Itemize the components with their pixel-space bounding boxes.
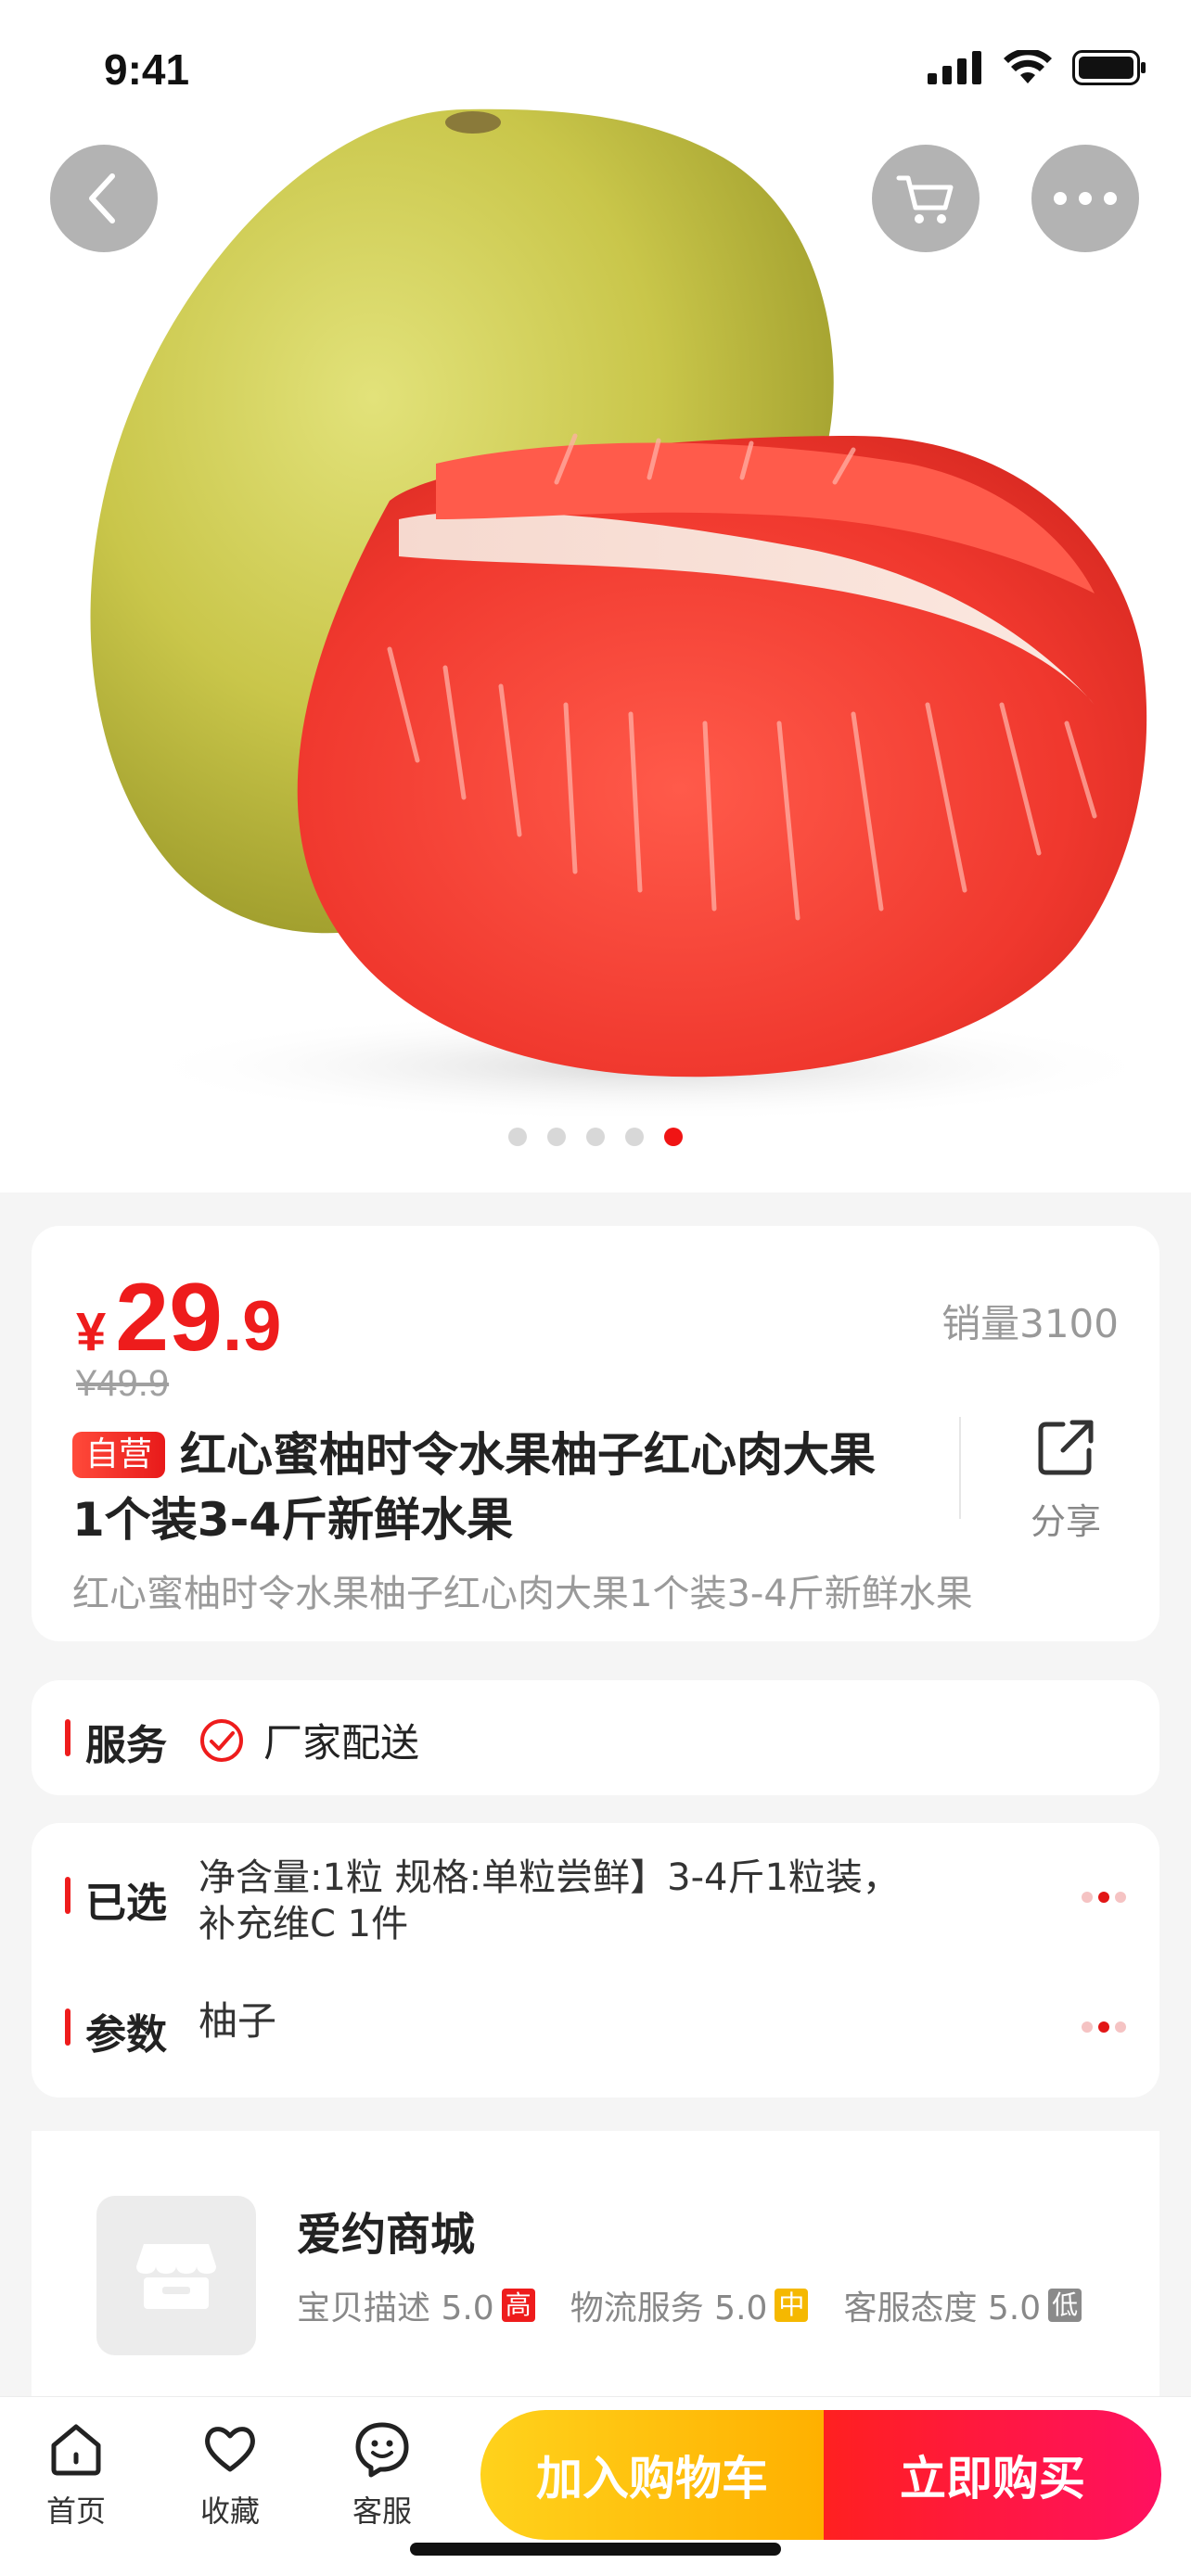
nav-favorite[interactable]: 收藏 (174, 2419, 286, 2531)
section-marker (65, 1877, 70, 1914)
service-row[interactable]: 服务 厂家配送 (32, 1680, 1159, 1795)
section-marker (65, 1719, 70, 1756)
params-more-icon[interactable] (1082, 2021, 1126, 2033)
original-price: ¥49.9 (76, 1363, 170, 1404)
score-label: 客服态度 5.0 (843, 2289, 1042, 2327)
buy-now-button[interactable]: 立即购买 (824, 2410, 1161, 2540)
wifi-icon (1004, 50, 1052, 83)
price-card: ¥ 29 .9 ¥49.9 销量3100 自营 红心蜜柚时令水果柚子红心肉大果1个… (32, 1226, 1159, 1641)
product-title: 自营 红心蜜柚时令水果柚子红心肉大果1个装3-4斤新鲜水果 (72, 1422, 907, 1552)
service-label: 服务 (85, 1722, 167, 1769)
score-label: 物流服务 5.0 (570, 2289, 768, 2327)
share-icon (1038, 1420, 1094, 1475)
nav-customer-service[interactable]: 客服 (327, 2419, 438, 2531)
carousel-dot[interactable] (586, 1128, 605, 1146)
share-button[interactable]: 分享 (1005, 1417, 1126, 1544)
price-decimal: .9 (222, 1287, 282, 1366)
price-integer: 29 (115, 1264, 223, 1371)
add-to-cart-button[interactable]: 加入购物车 (480, 2410, 824, 2540)
score-level-badge: 高 (501, 2289, 535, 2322)
check-circle-icon (200, 1718, 243, 1762)
score-logistics: 物流服务 5.0 中 (570, 2281, 809, 2329)
product-subtitle: 红心蜜柚时令水果柚子红心肉大果1个装3-4斤新鲜水果 (72, 1573, 973, 1615)
product-image (90, 108, 1169, 1122)
smiley-chat-icon (355, 2422, 409, 2478)
sales-count: 销量3100 (941, 1301, 1119, 1346)
shop-card[interactable]: 爱约商城 宝贝描述 5.0 高 物流服务 5.0 中 客服态度 5.0 低 (32, 2131, 1159, 2409)
service-value-text: 厂家配送 (263, 1720, 420, 1766)
status-bar: 9:41 (0, 0, 1191, 130)
current-price: ¥ 29 .9 (76, 1263, 281, 1373)
shop-name: 爱约商城 (297, 2209, 476, 2261)
params-value[interactable]: 柚子 (198, 1990, 276, 2047)
status-time: 9:41 (104, 45, 190, 94)
carousel-indicator (0, 1128, 1191, 1146)
carousel-dot[interactable] (547, 1128, 566, 1146)
score-label: 宝贝描述 5.0 (297, 2289, 494, 2327)
score-level-badge: 低 (1048, 2289, 1082, 2322)
selection-card: 已选 净含量:1粒 规格:单粒尝鲜】3-4斤1粒装，补充维C 1件 参数 柚子 (32, 1823, 1159, 2098)
status-icons (928, 50, 1146, 85)
product-image-carousel[interactable]: 9:41 (0, 0, 1191, 1192)
heart-icon (205, 2427, 255, 2472)
carousel-dot[interactable] (625, 1128, 644, 1146)
cellular-signal-icon (928, 51, 981, 84)
battery-icon (1072, 50, 1146, 85)
product-detail-page: 9:41 ¥ 29 .9 ¥49.9 销量3100 自营 红心蜜柚时令水果柚子红… (0, 0, 1191, 2576)
params-label: 参数 (85, 2011, 167, 2059)
shop-scores: 宝贝描述 5.0 高 物流服务 5.0 中 客服态度 5.0 低 (297, 2281, 1082, 2329)
nav-home[interactable]: 首页 (20, 2419, 132, 2531)
shopping-cart-icon (896, 175, 954, 223)
divider (959, 1417, 961, 1519)
cart-button[interactable] (872, 145, 980, 252)
product-title-text: 红心蜜柚时令水果柚子红心肉大果1个装3-4斤新鲜水果 (72, 1428, 877, 1547)
share-label: 分享 (1030, 1501, 1101, 1542)
store-icon (136, 2244, 216, 2309)
carousel-dot-active[interactable] (664, 1128, 683, 1146)
section-marker (65, 2009, 70, 2046)
back-button[interactable] (50, 145, 158, 252)
home-indicator (410, 2543, 781, 2556)
carousel-dot[interactable] (508, 1128, 527, 1146)
chevron-left-icon (89, 173, 115, 223)
price-symbol: ¥ (76, 1302, 107, 1362)
score-service: 客服态度 5.0 低 (843, 2281, 1082, 2329)
service-value: 厂家配送 (198, 1712, 419, 1768)
selected-more-icon[interactable] (1082, 1892, 1126, 1903)
selected-spec[interactable]: 净含量:1粒 规格:单粒尝鲜】3-4斤1粒装，补充维C 1件 (198, 1855, 903, 1947)
shop-logo (96, 2196, 256, 2355)
nav-customer-service-label: 客服 (352, 2493, 412, 2529)
home-icon (51, 2424, 101, 2476)
self-operated-tag: 自营 (72, 1432, 166, 1478)
score-level-badge: 中 (775, 2289, 809, 2322)
more-dots-icon (1054, 192, 1117, 205)
score-description: 宝贝描述 5.0 高 (297, 2281, 535, 2329)
nav-favorite-label: 收藏 (199, 2493, 260, 2529)
nav-home-label: 首页 (45, 2493, 106, 2529)
selected-label: 已选 (85, 1880, 167, 1927)
more-button[interactable] (1031, 145, 1139, 252)
